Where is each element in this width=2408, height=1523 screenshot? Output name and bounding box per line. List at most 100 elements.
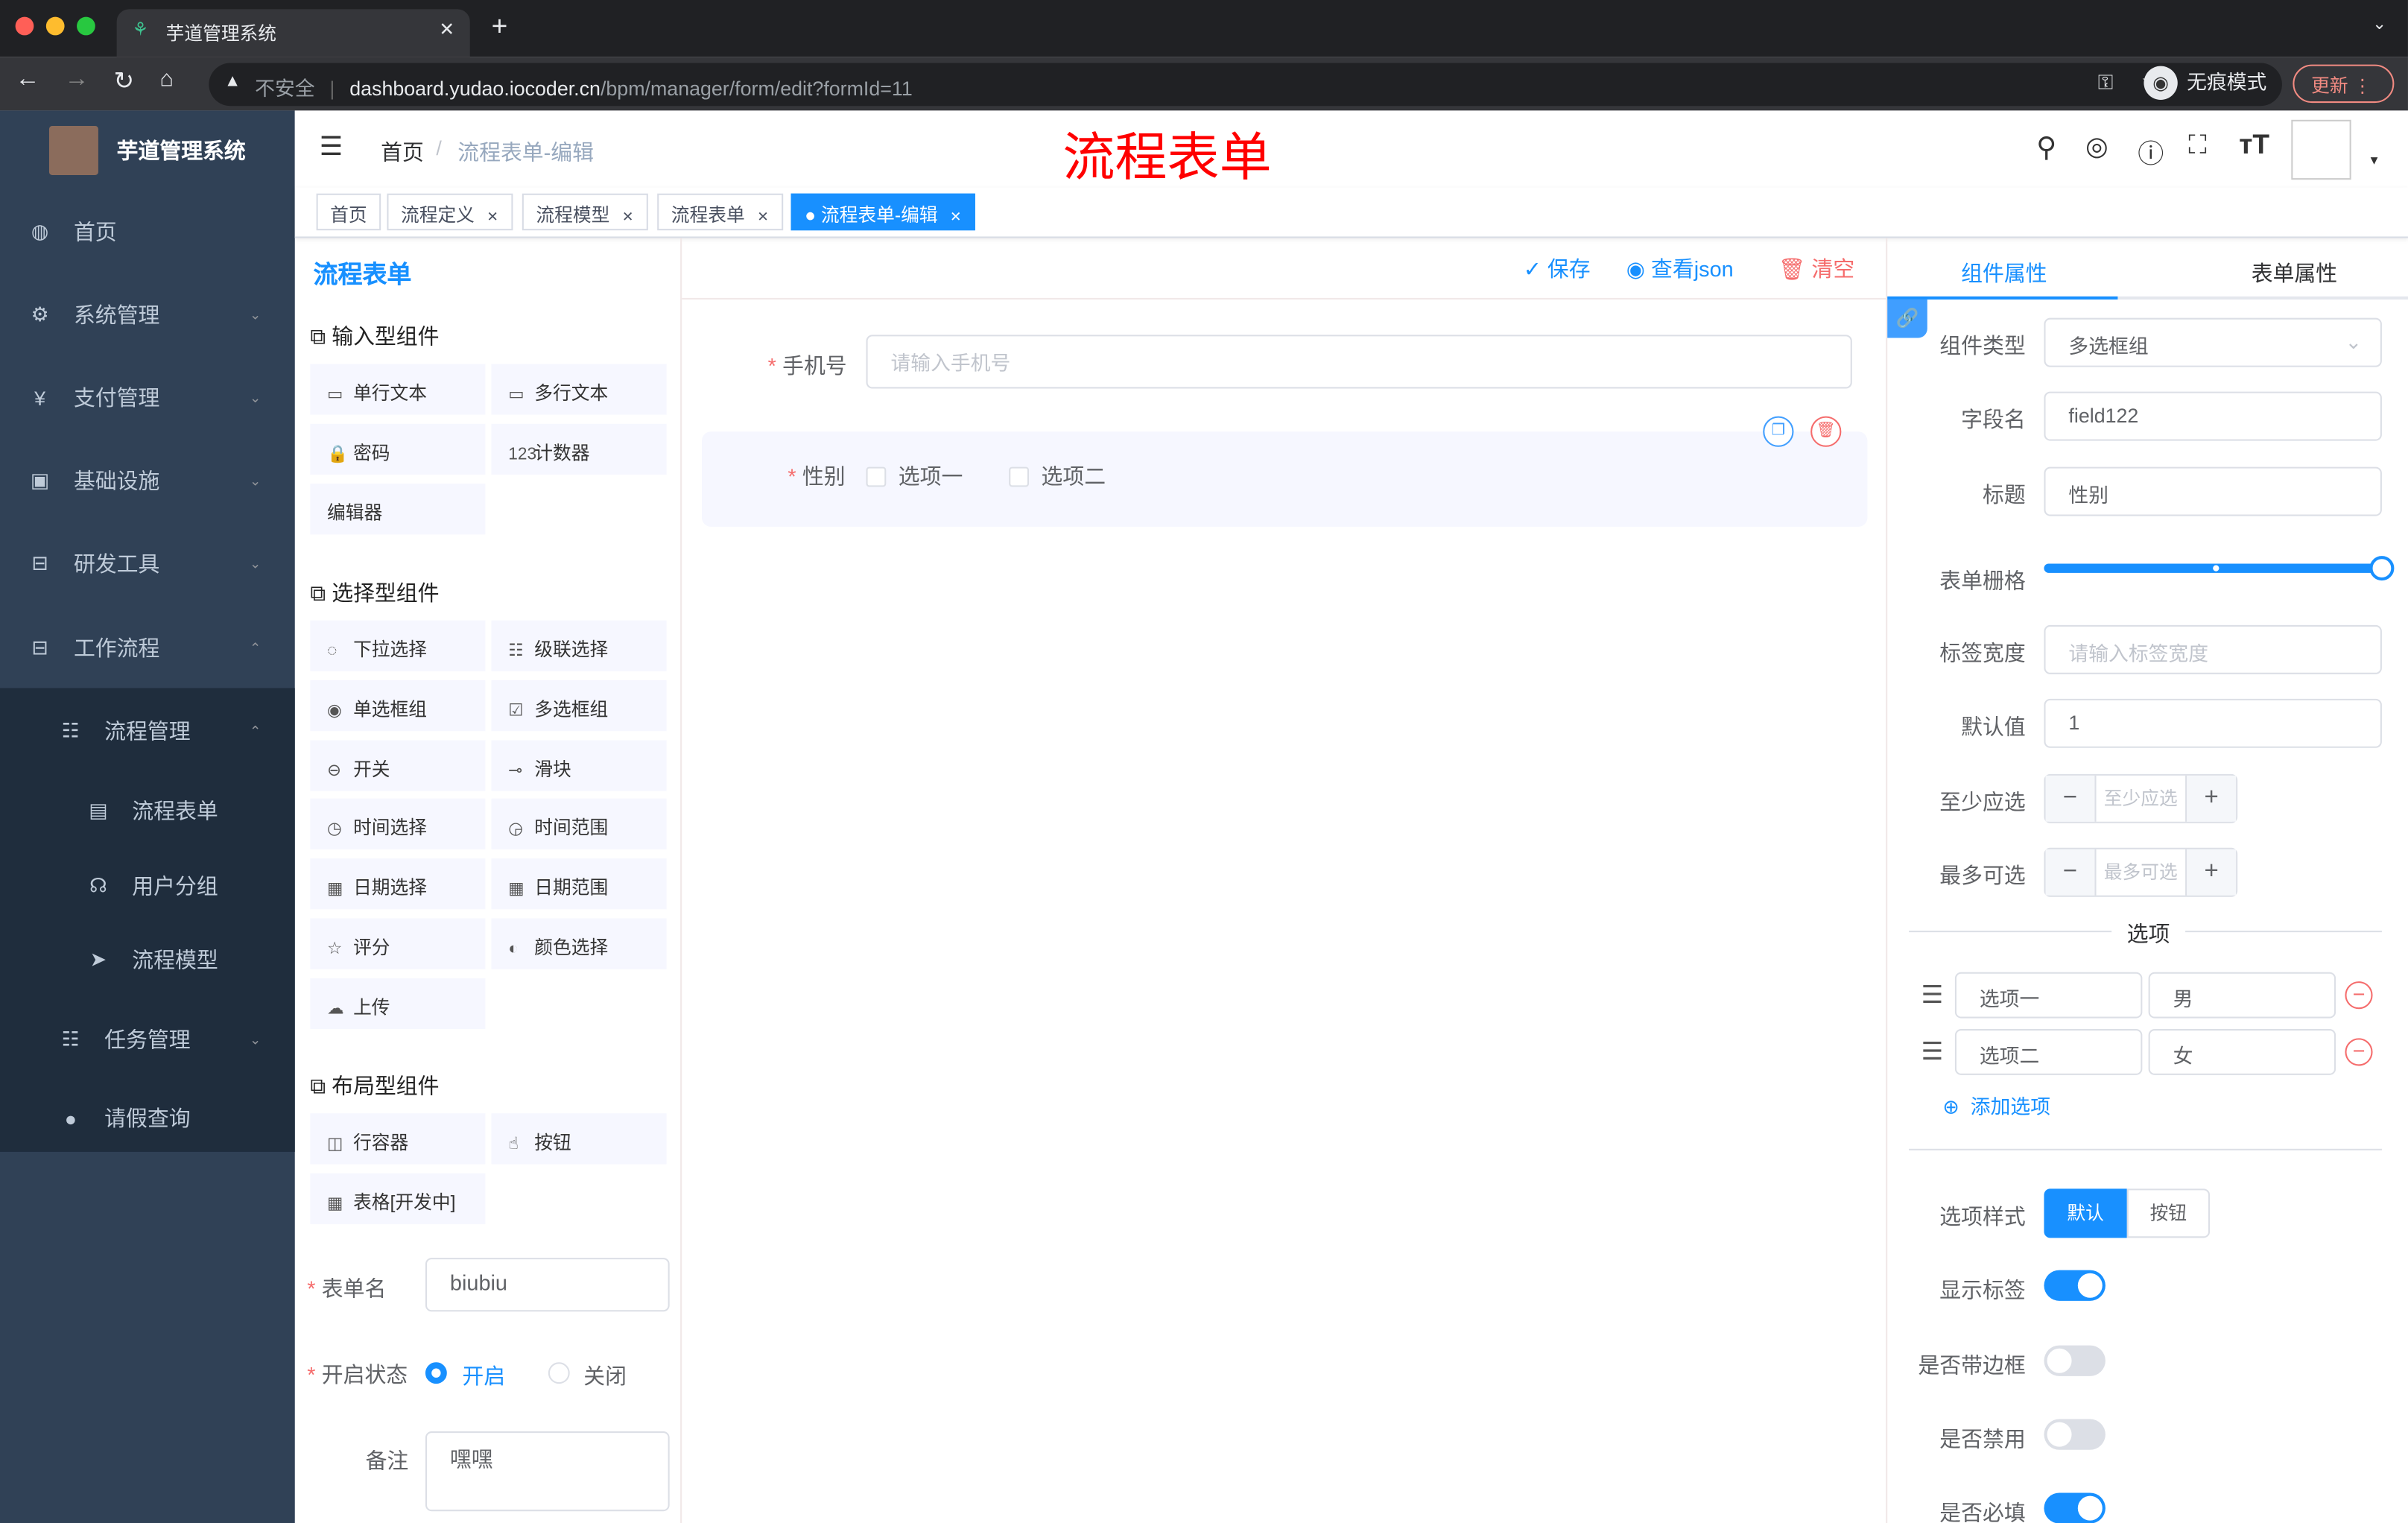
url-input[interactable]: ▲ 不安全 | dashboard.yudao.iocoder.cn/bpm/m… bbox=[209, 63, 2282, 107]
status-off-label[interactable]: 关闭 bbox=[583, 1361, 627, 1391]
grid-slider[interactable] bbox=[2044, 556, 2395, 581]
palette-item[interactable]: ◶ 时间范围 bbox=[491, 799, 667, 850]
minus-icon[interactable]: − bbox=[2045, 849, 2095, 896]
drag-handle-icon[interactable]: ☰ bbox=[1921, 1036, 1944, 1067]
close-icon[interactable]: ✕ bbox=[757, 209, 769, 224]
hamburger-icon[interactable]: ☰ bbox=[320, 132, 343, 162]
status-on-radio[interactable] bbox=[425, 1362, 447, 1384]
key-icon[interactable]: ⚿ bbox=[2098, 71, 2113, 95]
option-value-input[interactable]: 男 bbox=[2148, 972, 2336, 1019]
palette-item[interactable]: ▦ 日期范围 bbox=[491, 858, 667, 910]
plus-icon[interactable]: + bbox=[2187, 849, 2237, 896]
add-option-button[interactable]: ⊕ 添加选项 bbox=[1942, 1090, 2050, 1119]
style-default-button[interactable]: 默认 bbox=[2044, 1188, 2127, 1238]
palette-item[interactable]: ☑ 多选框组 bbox=[491, 680, 667, 731]
phone-input[interactable]: 请输入手机号 bbox=[866, 335, 1852, 389]
min-select-stepper[interactable]: − 至少应选 + bbox=[2044, 773, 2238, 823]
close-icon[interactable]: ✕ bbox=[950, 209, 962, 224]
forward-icon[interactable]: → bbox=[65, 66, 89, 94]
reload-icon[interactable]: ↻ bbox=[114, 66, 135, 97]
toggle-switch[interactable] bbox=[2044, 1492, 2106, 1523]
view-json-button[interactable]: ◉ 查看json bbox=[1626, 253, 1734, 284]
user-avatar[interactable] bbox=[2291, 119, 2351, 180]
home-icon[interactable]: ⌂ bbox=[159, 66, 174, 92]
minus-icon[interactable]: − bbox=[2045, 775, 2095, 822]
palette-item[interactable]: ◐ 颜色选择 bbox=[491, 918, 667, 969]
slider-handle[interactable] bbox=[2369, 556, 2395, 581]
github-icon[interactable]: ◎ bbox=[2085, 132, 2108, 162]
sidebar-item[interactable]: ¥ 支付管理 ⌄ bbox=[0, 359, 295, 436]
close-tab-icon[interactable]: ✕ bbox=[439, 19, 454, 40]
minimize-window-button[interactable] bbox=[45, 16, 65, 36]
update-button[interactable]: 更新 ⋮ bbox=[2293, 64, 2395, 104]
form-name-input[interactable]: biubiu bbox=[425, 1258, 670, 1312]
incognito-indicator[interactable]: ◉ 无痕模式 bbox=[2144, 66, 2266, 100]
palette-item[interactable]: ⊸ 滑块 bbox=[491, 739, 667, 791]
sidebar-item[interactable]: ➤ 流程模型 bbox=[0, 922, 295, 998]
default-value-input[interactable]: 1 bbox=[2044, 698, 2382, 748]
style-button-button[interactable]: 按钮 bbox=[2126, 1188, 2211, 1238]
option-checkbox[interactable]: 选项一 bbox=[866, 460, 963, 491]
status-off-radio[interactable] bbox=[548, 1362, 570, 1384]
breadcrumb-home[interactable]: 首页 bbox=[381, 136, 424, 167]
copy-icon[interactable]: ❐ bbox=[1763, 416, 1794, 447]
toggle-switch[interactable] bbox=[2044, 1419, 2106, 1450]
sidebar-item[interactable]: ☷ 流程管理 ⌃ bbox=[0, 693, 295, 770]
palette-item[interactable]: 123计数器 bbox=[491, 423, 667, 475]
palette-item[interactable]: ☝ 按钮 bbox=[491, 1113, 667, 1165]
option-label-input[interactable]: 选项二 bbox=[1954, 1029, 2143, 1075]
tag-item[interactable]: 流程定义 ✕ bbox=[387, 193, 513, 231]
palette-item[interactable]: ◫ 行容器 bbox=[310, 1113, 486, 1165]
remark-textarea[interactable]: 嘿嘿 bbox=[425, 1431, 670, 1512]
title-input[interactable]: 性别 bbox=[2044, 466, 2382, 516]
delete-icon[interactable]: 🗑 bbox=[1810, 416, 1842, 447]
sidebar-item[interactable]: ▣ 基础设施 ⌄ bbox=[0, 443, 295, 519]
max-select-stepper[interactable]: − 最多可选 + bbox=[2044, 847, 2238, 897]
sidebar-item[interactable]: ☷ 任务管理 ⌄ bbox=[0, 1001, 295, 1078]
palette-item[interactable]: ▭ 多行文本 bbox=[491, 364, 667, 415]
search-icon[interactable]: ⚲ bbox=[2036, 132, 2056, 164]
palette-item[interactable]: ▦ 日期选择 bbox=[310, 858, 486, 910]
palette-item[interactable]: ◉ 单选框组 bbox=[310, 680, 486, 731]
close-window-button[interactable] bbox=[15, 16, 34, 36]
field-name-input[interactable]: field122 bbox=[2044, 391, 2382, 441]
close-icon[interactable]: ✕ bbox=[622, 209, 634, 224]
palette-item[interactable]: ◌ 下拉选择 bbox=[310, 620, 486, 671]
palette-item[interactable]: ▦ 表格[开发中] bbox=[310, 1173, 486, 1224]
help-icon[interactable]: ⓘ bbox=[2138, 132, 2164, 171]
plus-icon[interactable]: + bbox=[2187, 775, 2237, 822]
tag-item[interactable]: ● 流程表单-编辑 ✕ bbox=[790, 193, 976, 231]
palette-item[interactable]: ☁ 上传 bbox=[310, 978, 486, 1029]
font-size-icon[interactable]: тT bbox=[2239, 129, 2269, 161]
tab-search-icon[interactable]: ⌄ bbox=[2372, 14, 2386, 34]
sidebar-item[interactable]: ⚙ 系统管理 ⌄ bbox=[0, 276, 295, 353]
palette-item[interactable]: ☆ 评分 bbox=[310, 918, 486, 969]
caret-down-icon[interactable]: ▼ bbox=[2368, 153, 2380, 168]
active-field-gender[interactable]: * 性别 选项一 选项二 bbox=[701, 431, 1868, 527]
palette-item[interactable]: 🔒 密码 bbox=[310, 423, 486, 475]
clear-button[interactable]: 🗑 清空 bbox=[1778, 253, 1854, 284]
component-type-select[interactable]: 多选框组 ⌄ bbox=[2044, 317, 2382, 367]
tag-item[interactable]: 流程模型 ✕ bbox=[522, 193, 647, 231]
drag-handle-icon[interactable]: ☰ bbox=[1921, 980, 1944, 1010]
toggle-switch[interactable] bbox=[2044, 1345, 2106, 1376]
palette-item[interactable]: ☷ 级联选择 bbox=[491, 620, 667, 671]
sidebar-item[interactable]: ● 请假查询 bbox=[0, 1080, 295, 1156]
palette-item[interactable]: 编辑器 bbox=[310, 483, 486, 534]
tab-form-props[interactable]: 表单属性 bbox=[2252, 258, 2337, 288]
label-width-input[interactable]: 请输入标签宽度 bbox=[2044, 624, 2382, 674]
sidebar-item[interactable]: ☊ 用户分组 bbox=[0, 848, 295, 925]
save-button[interactable]: ✓ 保存 bbox=[1524, 253, 1591, 284]
sidebar-item[interactable]: ▤ 流程表单 bbox=[0, 773, 295, 849]
back-icon[interactable]: ← bbox=[16, 66, 40, 94]
sidebar-item[interactable]: ◍ 首页 bbox=[0, 194, 295, 270]
palette-item[interactable]: ▭ 单行文本 bbox=[310, 364, 486, 415]
option-label-input[interactable]: 选项一 bbox=[1954, 972, 2143, 1019]
browser-tab[interactable]: ⚘ 芋道管理系统 ✕ bbox=[116, 9, 470, 57]
remove-option-icon[interactable]: − bbox=[2345, 1038, 2373, 1066]
fullscreen-icon[interactable]: ⛶ bbox=[2188, 130, 2207, 161]
sidebar-item[interactable]: ⊟ 工作流程 ⌃ bbox=[0, 609, 295, 686]
new-tab-button[interactable]: + bbox=[492, 10, 508, 42]
option-value-input[interactable]: 女 bbox=[2148, 1029, 2336, 1075]
sidebar-item[interactable]: ⊟ 研发工具 ⌄ bbox=[0, 525, 295, 602]
